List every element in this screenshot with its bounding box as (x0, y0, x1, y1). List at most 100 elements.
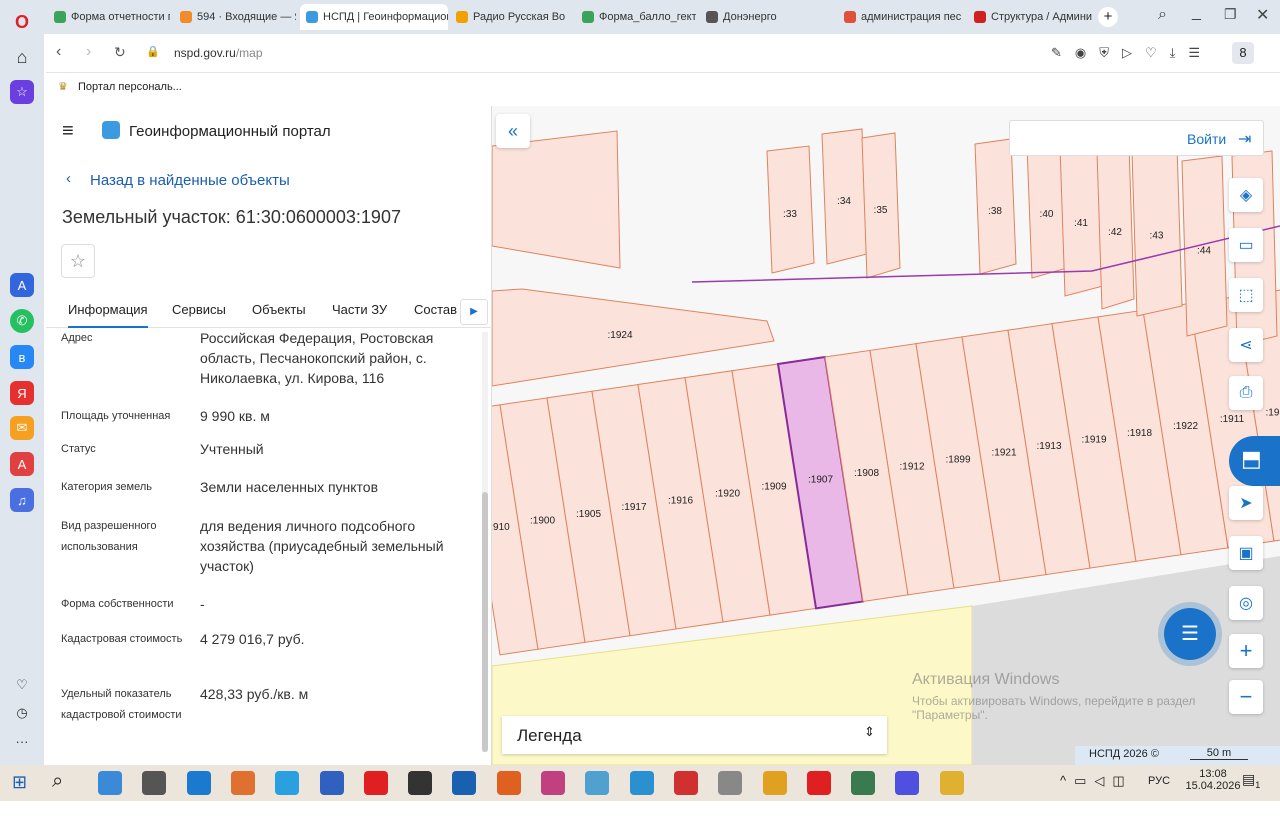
clock[interactable]: 13:08 15.04.2026 (1183, 768, 1243, 792)
more-icon[interactable]: ··· (10, 729, 34, 753)
new-tab-button[interactable]: + (1098, 7, 1118, 27)
opera-logo-icon[interactable]: O (10, 10, 34, 34)
whatsapp-icon[interactable]: ✆ (10, 309, 34, 333)
bookmark-item[interactable]: Портал персональ... (78, 81, 182, 93)
notification-icon[interactable]: ▤1 (1242, 771, 1260, 790)
parcel-label: :43 (1150, 231, 1164, 242)
tab-info[interactable]: Информация (68, 302, 148, 328)
taskbar-app-icon[interactable] (408, 771, 433, 795)
taskbar-app-icon[interactable] (496, 771, 521, 795)
taskbar-app-icon[interactable] (319, 771, 344, 795)
panorama-button[interactable]: ◎ (1229, 586, 1263, 620)
bookmarks-icon[interactable]: ☆ (10, 80, 34, 104)
taskbar-app-icon[interactable] (186, 771, 211, 795)
tray-icons[interactable]: ^▭◁◫ (1060, 773, 1133, 789)
taskbar-app-icon[interactable] (541, 771, 565, 795)
search-tabs-icon[interactable]: ⌕ (1158, 6, 1167, 24)
browser-tab[interactable]: Форма отчетности п (48, 4, 170, 30)
taskbar-app-icon[interactable] (452, 771, 477, 795)
back-icon[interactable]: ‹ (56, 43, 61, 61)
chat-button[interactable]: ☰ (1164, 608, 1216, 660)
ruler-button[interactable]: ▭ (1229, 228, 1263, 262)
taskbar-app-icon[interactable] (895, 771, 920, 795)
taskbar-app-icon[interactable] (230, 771, 255, 795)
portal-title: Геоинформационный портал (129, 123, 331, 140)
forward-icon[interactable]: › (86, 43, 91, 61)
parcel-label: :1916 (668, 495, 693, 506)
taskbar-app-icon[interactable] (275, 771, 300, 795)
browser-tab[interactable]: Донэнерго (700, 4, 820, 30)
taskbar-app-icon[interactable] (762, 771, 787, 795)
search-by-map-button[interactable]: ⬒ (1229, 436, 1280, 486)
login-button[interactable]: Войти ⇥ (1009, 120, 1264, 156)
url-input[interactable]: nspd.gov.ru/map (174, 46, 263, 60)
close-button[interactable]: ✕ (1256, 5, 1269, 25)
taskbar-app-icon[interactable] (851, 771, 876, 795)
layers-button[interactable]: ◈ (1229, 178, 1263, 212)
home-icon[interactable]: ⌂ (10, 45, 34, 69)
map[interactable]: :910:1900:1905:1917:1916:1920:1909:1907:… (492, 106, 1280, 765)
mail-icon[interactable]: ✉ (10, 416, 34, 440)
bookmarks-bar: ♛ Портал персональ... (46, 72, 1280, 102)
taskbar-app-icon[interactable] (629, 771, 654, 795)
share-button[interactable]: ⋖ (1229, 328, 1263, 362)
history-icon[interactable]: ◷ (10, 701, 34, 725)
browser-tab[interactable]: 594 · Входящие — Я (174, 4, 296, 30)
parcel (492, 130, 621, 269)
tabs-scroll-right-button[interactable]: ▶ (460, 299, 488, 325)
windows-activation-title: Активация Windows (912, 671, 1060, 688)
zoom-out-button[interactable]: − (1229, 680, 1263, 714)
collapse-panel-button[interactable]: « (496, 114, 530, 148)
menu-icon[interactable]: ≡ (62, 120, 74, 143)
reload-icon[interactable]: ↻ (114, 44, 126, 61)
search-icon[interactable]: ⌕ (52, 770, 63, 793)
select-area-button[interactable]: ⬚ (1229, 278, 1263, 312)
browser-tab[interactable]: администрация пес (838, 4, 964, 30)
start-icon[interactable]: ⊞ (12, 772, 27, 793)
taskbar-app-icon[interactable] (98, 771, 122, 795)
field-label: Адрес (61, 332, 93, 344)
minimap-button[interactable]: ▣ (1229, 536, 1263, 570)
back-link[interactable]: Назад в найденные объекты (90, 172, 290, 189)
tab-composition[interactable]: Состав (414, 302, 457, 317)
tab-label: администрация пес (861, 11, 962, 23)
taskbar-app-icon[interactable] (806, 771, 831, 795)
taskbar-app-icon[interactable] (718, 771, 743, 795)
browser-tab[interactable]: Структура / Админи (968, 4, 1094, 30)
translate-icon[interactable]: A (10, 452, 34, 476)
tab-objects[interactable]: Объекты (252, 302, 306, 317)
browser-tab[interactable]: НСПД | Геоинформацион (300, 4, 448, 30)
music-icon[interactable]: ♫ (10, 488, 34, 512)
scrollbar[interactable] (482, 332, 488, 752)
browser-tab[interactable]: Форма_балло_гектар (576, 4, 696, 30)
zoom-in-button[interactable]: + (1229, 634, 1263, 668)
maximize-button[interactable]: ❐ (1224, 6, 1237, 23)
toolbar-icons[interactable]: ✎◉⛨▷♡⤓☰ (1051, 45, 1213, 61)
profile-icon[interactable]: 8 (1232, 42, 1254, 64)
legend-dropdown[interactable]: Легенда ⇕ (502, 716, 887, 754)
browser-tab[interactable]: Радио Русская Во (450, 4, 574, 30)
minimize-button[interactable]: _ (1192, 4, 1201, 22)
taskbar-app-icon[interactable] (939, 771, 964, 795)
taskbar-app-icon[interactable] (673, 771, 698, 795)
parcel-label: :1921 (991, 448, 1016, 459)
yandex-icon[interactable]: Я (10, 381, 34, 405)
tab-parts[interactable]: Части ЗУ (332, 302, 387, 317)
favorite-star-icon[interactable]: ☆ (61, 244, 95, 278)
language-indicator[interactable]: РУС (1148, 775, 1170, 787)
field-label: Статус (61, 443, 96, 455)
vk-icon[interactable]: в (10, 345, 34, 369)
tab-favicon-icon (582, 11, 594, 23)
parcel-label: :1907 (808, 475, 833, 486)
taskbar-app-icon[interactable] (363, 771, 388, 795)
taskbar-app-icon[interactable] (142, 771, 167, 795)
parcel-label: :1899 (945, 454, 970, 465)
geolocation-button[interactable]: ➤ (1229, 486, 1263, 520)
heart-icon[interactable]: ♡ (10, 673, 34, 697)
aria-icon[interactable]: A (10, 273, 34, 297)
taskbar-app-icon[interactable] (585, 771, 610, 795)
back-chevron-icon[interactable]: ‹ (66, 170, 71, 187)
print-button[interactable]: ⎙ (1229, 376, 1263, 410)
tab-services[interactable]: Сервисы (172, 302, 226, 317)
info-panel: ≡ Геоинформационный портал ‹ Назад в най… (46, 106, 492, 765)
